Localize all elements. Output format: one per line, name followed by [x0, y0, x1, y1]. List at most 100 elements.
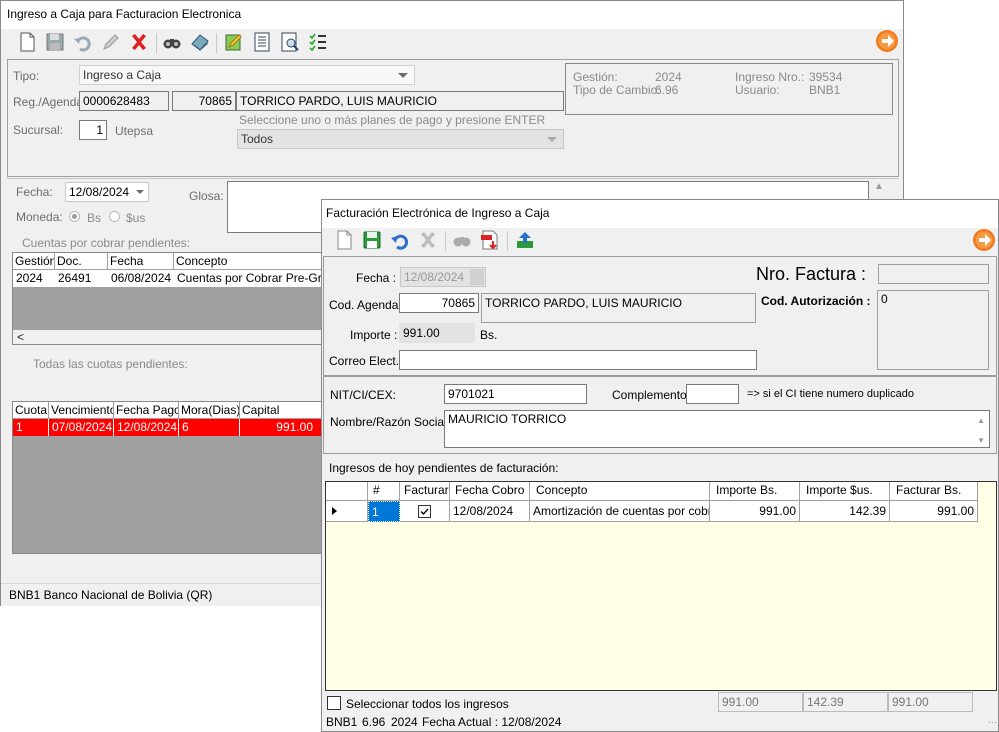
- grid-title: Ingresos de hoy pendientes de facturació…: [329, 461, 559, 475]
- row-selector-icon[interactable]: [326, 501, 368, 522]
- cxc-header-concepto[interactable]: Concepto: [174, 253, 323, 270]
- cuotas-header-capital[interactable]: Capital: [240, 402, 323, 419]
- delete-icon[interactable]: [417, 229, 439, 251]
- correo-label: Correo Elect.:: [329, 354, 403, 368]
- undo-icon[interactable]: [72, 31, 94, 53]
- cxc-row-doc[interactable]: 26491: [55, 270, 108, 287]
- resize-grip-icon[interactable]: ⋯: [988, 717, 997, 728]
- report-icon[interactable]: [251, 31, 273, 53]
- grid-row-concepto[interactable]: Amortización de cuentas por cobrar: [530, 501, 710, 522]
- search-binoculars-icon[interactable]: [161, 31, 183, 53]
- chevron-down-icon: [547, 137, 557, 142]
- cxc-header-doc[interactable]: Doc.: [55, 253, 108, 270]
- cxc-row-gestion[interactable]: 2024: [13, 270, 55, 287]
- sucursal-field[interactable]: 1: [79, 120, 107, 140]
- checkbox-checked-icon[interactable]: [418, 505, 431, 518]
- grid-header-importe-bs[interactable]: Importe Bs.: [710, 482, 800, 501]
- edit-pencil-icon[interactable]: [100, 31, 122, 53]
- grid-row-facturar-bs[interactable]: 991.00: [890, 501, 978, 522]
- save-icon[interactable]: [361, 229, 383, 251]
- correo-field[interactable]: [399, 350, 757, 370]
- fecha-label: Fecha :: [356, 271, 397, 285]
- exit-arrow-icon[interactable]: [875, 29, 899, 53]
- cxc-row-concepto[interactable]: Cuentas por Cobrar Pre-Grado: [174, 270, 323, 287]
- cuotas-row-mora[interactable]: 6: [179, 419, 240, 436]
- tipo-cambio-label: Tipo de Cambio:: [573, 83, 661, 97]
- cuotas-row-fecha-pago[interactable]: 12/08/2024: [114, 419, 179, 436]
- new-document-icon[interactable]: [16, 31, 38, 53]
- grid-row-num[interactable]: 1: [368, 501, 400, 522]
- razon-social-field[interactable]: MAURICIO TORRICO ▲ ▼: [444, 410, 990, 448]
- tipo-cambio-value: 6.96: [655, 83, 679, 97]
- ingreso-nro-value: 39534: [809, 70, 843, 84]
- cuotas-row-cuota[interactable]: 1: [13, 419, 49, 436]
- save-icon[interactable]: [44, 31, 66, 53]
- grid-row-importe-bs[interactable]: 991.00: [710, 501, 800, 522]
- scroll-left-icon[interactable]: <: [17, 330, 24, 344]
- tipo-select[interactable]: Ingreso a Caja: [79, 65, 415, 85]
- reg-field[interactable]: 0000628483: [79, 91, 169, 111]
- grid-header-facturar[interactable]: Facturar: [400, 482, 450, 501]
- client-name-field[interactable]: TORRICO PARDO, LUIS MAURICIO: [236, 91, 564, 111]
- importe-label: Importe :: [350, 328, 398, 342]
- print-icon[interactable]: [189, 31, 211, 53]
- cod-autorizacion-field: 0: [877, 290, 989, 370]
- cxc-header-fecha[interactable]: Fecha: [108, 253, 174, 270]
- grid-header-importe-us[interactable]: Importe $us.: [800, 482, 890, 501]
- grid-header-num[interactable]: #: [368, 482, 400, 501]
- search-binoculars-icon[interactable]: [451, 229, 473, 251]
- complemento-field[interactable]: [686, 384, 739, 404]
- glosa-label: Glosa:: [189, 189, 224, 203]
- delete-icon[interactable]: [128, 31, 150, 53]
- cuotas-header-cuota[interactable]: Cuota: [13, 402, 49, 419]
- moneda-us-radio[interactable]: [109, 211, 120, 222]
- grid-row-importe-us[interactable]: 142.39: [800, 501, 890, 522]
- cuotas-row-vencimiento[interactable]: 07/08/2024: [49, 419, 114, 436]
- exit-arrow-icon[interactable]: [972, 228, 996, 252]
- divider: [7, 178, 899, 179]
- select-all-checkbox[interactable]: [327, 696, 341, 710]
- plans-select-value: Todos: [241, 132, 274, 146]
- usuario-value: BNB1: [809, 83, 841, 97]
- cuotas-row-capital[interactable]: 991.00: [240, 419, 316, 436]
- nro-factura-label: Nro. Factura :: [756, 264, 867, 284]
- checklist-icon[interactable]: [307, 31, 329, 53]
- cxc-row-fecha[interactable]: 06/08/2024: [108, 270, 174, 287]
- upload-icon[interactable]: [514, 229, 536, 251]
- undo-icon[interactable]: [389, 229, 411, 251]
- preview-icon[interactable]: [279, 31, 301, 53]
- fecha-picker[interactable]: 12/08/2024: [400, 267, 486, 287]
- fecha-picker[interactable]: 12/08/2024: [65, 182, 149, 202]
- cuotas-header-mora[interactable]: Mora(Dias): [179, 402, 240, 419]
- new-document-icon[interactable]: [333, 229, 355, 251]
- gestion-value: 2024: [655, 70, 682, 84]
- total-facturar-bs: 991.00: [888, 692, 973, 712]
- chevron-down-icon: [470, 269, 484, 285]
- grid-header-concepto[interactable]: Concepto: [530, 482, 710, 501]
- cuotas-header-fecha-pago[interactable]: Fecha Pago: [114, 402, 179, 419]
- select-all-label[interactable]: Seleccionar todos los ingresos: [346, 697, 509, 711]
- grid-row-fecha-cobro[interactable]: 12/08/2024: [450, 501, 530, 522]
- cxc-horizontal-scrollbar[interactable]: <: [13, 330, 323, 344]
- moneda-bs-radio[interactable]: [69, 211, 80, 222]
- glosa-scroll-up[interactable]: ▲: [871, 181, 887, 197]
- cod-agenda-field[interactable]: 70865: [399, 293, 479, 313]
- back-toolbar: [1, 29, 903, 57]
- scroll-down-icon[interactable]: ▼: [977, 433, 985, 447]
- plans-select[interactable]: Todos: [237, 129, 564, 149]
- cuotas-header-vencimiento[interactable]: Vencimiento: [49, 402, 114, 419]
- pdf-download-icon[interactable]: [479, 229, 501, 251]
- scroll-up-icon[interactable]: ▲: [977, 413, 985, 429]
- agenda-code-field[interactable]: 70865: [172, 91, 236, 111]
- tipo-label: Tipo:: [13, 69, 40, 83]
- grid-header-facturar-bs[interactable]: Facturar Bs.: [890, 482, 978, 501]
- nit-field[interactable]: 9701021: [444, 384, 587, 404]
- notes-edit-icon[interactable]: [223, 31, 245, 53]
- cxc-header-gestion[interactable]: Gestión: [13, 253, 55, 270]
- grid-header-fecha-cobro[interactable]: Fecha Cobro: [450, 482, 530, 501]
- front-status-bar: BNB1 6.96 2024 Fecha Actual : 12/08/2024…: [322, 711, 998, 731]
- importe-field: 991.00: [399, 323, 475, 343]
- grid-row-facturar-cell[interactable]: [400, 501, 450, 522]
- cuotas-label: Todas las cuotas pendientes:: [33, 357, 188, 371]
- status-rate: 6.96: [362, 715, 386, 729]
